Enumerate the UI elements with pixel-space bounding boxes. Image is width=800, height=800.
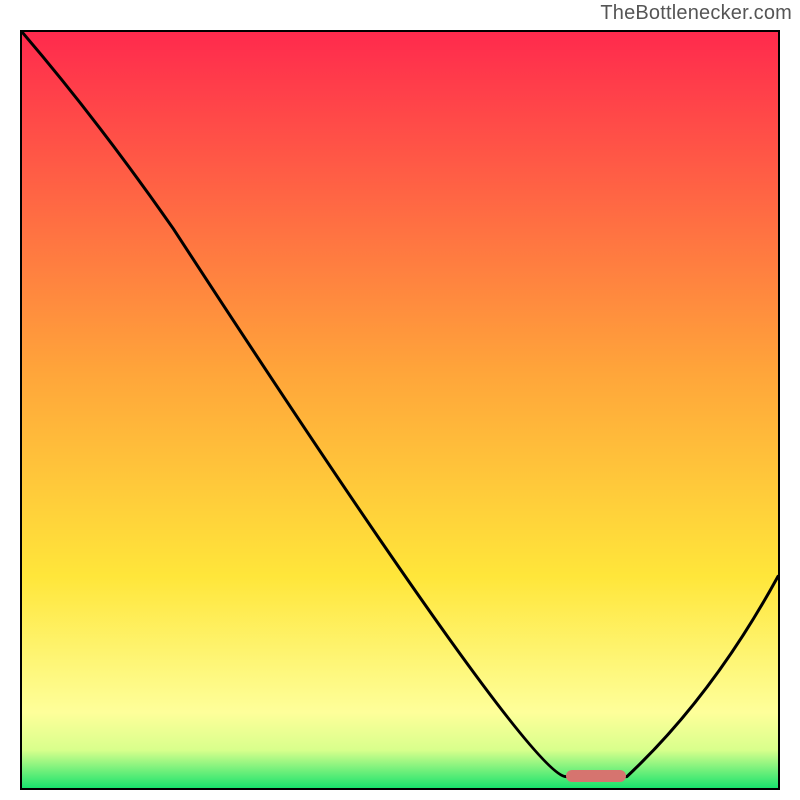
- chart-svg: [22, 32, 778, 788]
- chart-background: [22, 32, 778, 788]
- watermark-text: TheBottlenecker.com: [600, 2, 792, 25]
- optimal-range-marker: [566, 770, 626, 782]
- chart-area: [20, 30, 780, 790]
